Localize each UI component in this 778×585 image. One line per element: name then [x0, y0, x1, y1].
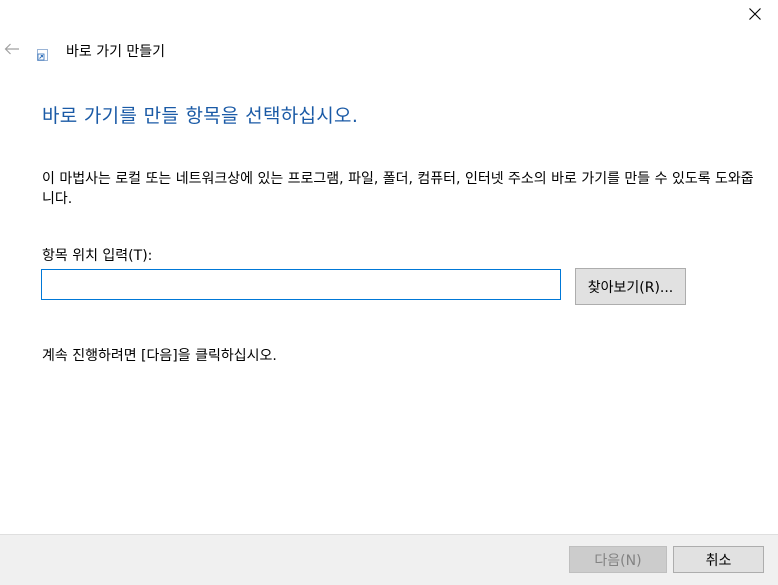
- main-instruction: 바로 가기를 만들 항목을 선택하십시오.: [42, 105, 359, 127]
- wizard-description: 이 마법사는 로컬 또는 네트워크상에 있는 프로그램, 파일, 폴더, 컴퓨터…: [42, 171, 754, 207]
- browse-button[interactable]: 찾아보기(R)...: [575, 268, 686, 305]
- wizard-header: 바로 가기 만들기: [0, 36, 778, 64]
- cancel-button[interactable]: 취소: [673, 546, 764, 573]
- close-button[interactable]: [732, 0, 778, 28]
- next-button[interactable]: 다음(N): [569, 546, 667, 573]
- location-input[interactable]: [41, 269, 561, 300]
- close-icon: [749, 8, 761, 20]
- shortcut-icon: [37, 49, 48, 61]
- create-shortcut-window: 바로 가기 만들기 바로 가기를 만들 항목을 선택하십시오. 이 마법사는 로…: [0, 0, 778, 585]
- window-title: 바로 가기 만들기: [66, 44, 166, 60]
- back-arrow-icon: [4, 43, 19, 55]
- wizard-footer: 다음(N) 취소: [0, 534, 778, 585]
- continue-hint: 계속 진행하려면 [다음]을 클릭하십시오.: [42, 348, 277, 364]
- location-field-label: 항목 위치 입력(T):: [42, 248, 153, 264]
- back-button[interactable]: [2, 39, 22, 59]
